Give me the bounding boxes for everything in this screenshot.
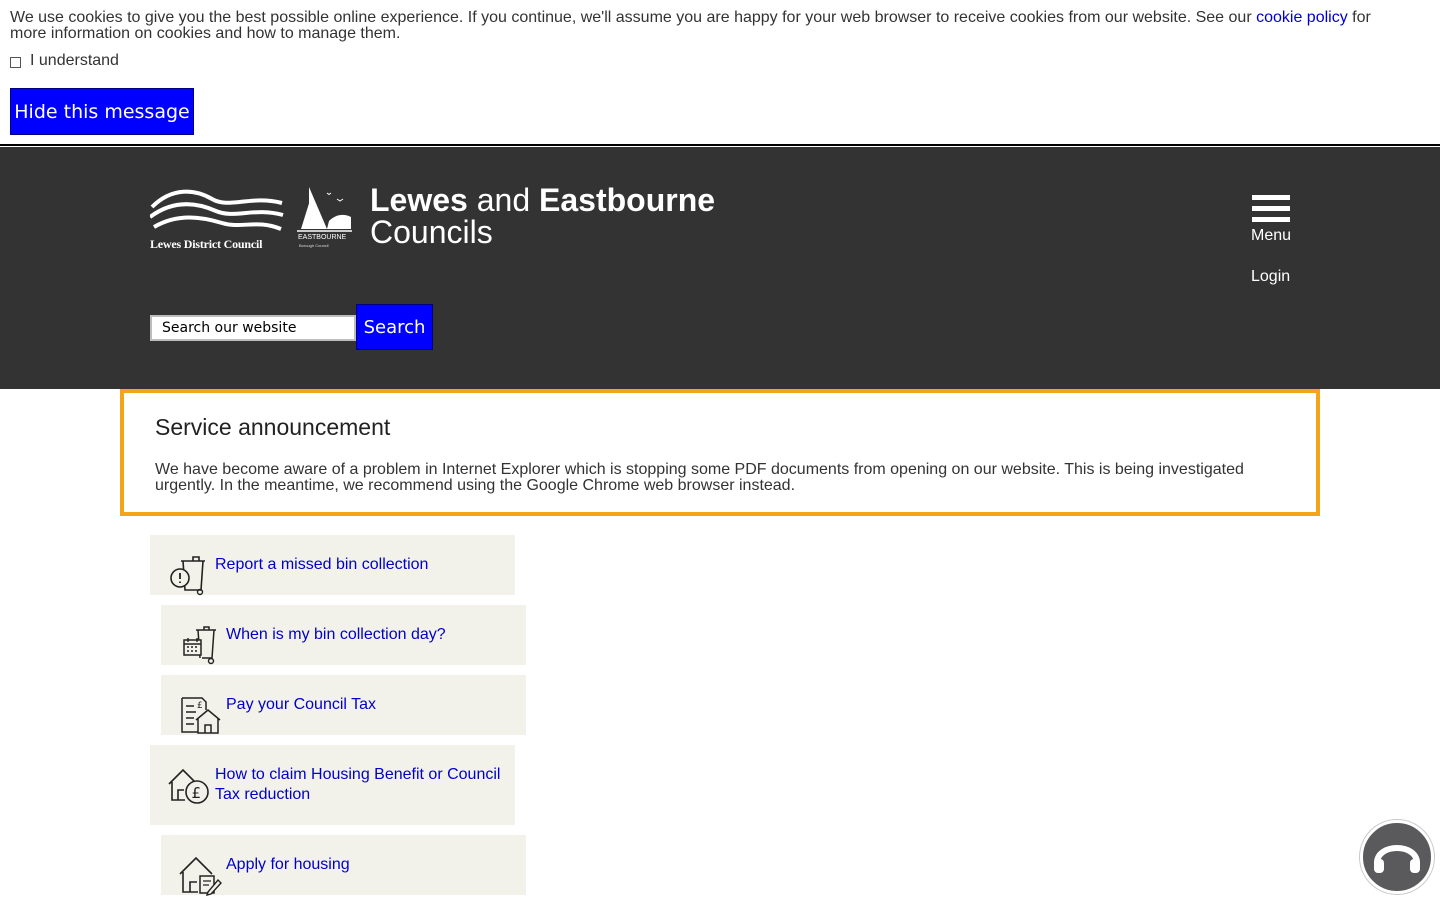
quick-link-label: How to claim Housing Benefit or Council … (215, 766, 501, 803)
quick-link-label: When is my bin collection day? (226, 626, 446, 643)
bin-calendar-icon (183, 626, 216, 665)
site-title-councils: Councils (370, 214, 493, 250)
house-pound-icon: £ (168, 768, 209, 804)
cookie-message: We use cookies to give you the best poss… (10, 10, 1410, 42)
announcement-title: Service announcement (155, 414, 391, 440)
lewes-waves-icon (148, 189, 284, 231)
login-link[interactable]: Login (1251, 268, 1290, 286)
eastbourne-logo-text: EASTBOURNE (298, 234, 347, 241)
menu-button[interactable]: Menu (1250, 195, 1292, 245)
hide-message-button[interactable]: Hide this message (10, 88, 194, 135)
bin-alert-icon (170, 556, 205, 596)
house-form-icon (179, 856, 222, 896)
council-tax-icon: £ (181, 697, 221, 734)
service-announcement: Service announcement We have become awar… (120, 389, 1320, 516)
announcement-text: We have become aware of a problem in Int… (155, 461, 1244, 494)
eastbourne-logo-subtext: Borough Council (299, 243, 329, 248)
quick-link-label: Report a missed bin collection (215, 556, 429, 573)
cookie-understand-row[interactable]: I understand (10, 52, 119, 70)
quick-link-missed-bin[interactable]: Report a missed bin collection (150, 535, 515, 596)
eastbourne-borough-council-logo[interactable]: EASTBOURNE Borough Council (297, 185, 352, 251)
site-title-and: and (476, 182, 531, 218)
quick-link-apply-housing[interactable]: Apply for housing (161, 835, 526, 896)
quick-link-label: Apply for housing (226, 856, 350, 873)
quick-link-label: Pay your Council Tax (226, 696, 376, 713)
site-title[interactable]: Lewes and Eastbourne Councils (370, 184, 715, 248)
headphones-icon (1374, 845, 1420, 873)
hamburger-icon (1250, 195, 1292, 222)
search-button[interactable]: Search (356, 304, 433, 350)
quick-link-bin-day[interactable]: When is my bin collection day? (161, 605, 526, 665)
eastbourne-sailboat-icon (297, 187, 352, 232)
svg-text:£: £ (192, 784, 202, 802)
svg-text:£: £ (197, 701, 203, 711)
search-input[interactable] (150, 315, 356, 341)
menu-label: Menu (1250, 227, 1292, 244)
cookie-understand-checkbox[interactable] (10, 57, 21, 68)
cookie-text-before: We use cookies to give you the best poss… (10, 9, 1252, 26)
quick-link-council-tax[interactable]: £ Pay your Council Tax (161, 675, 526, 735)
site-header: Lewes District Council EASTBOURNE Boroug… (0, 147, 1440, 389)
lewes-logo-text: Lewes District Council (150, 237, 263, 251)
lewes-district-council-logo[interactable]: Lewes District Council (148, 185, 285, 251)
site-title-eastbourne: Eastbourne (539, 182, 716, 218)
site-title-lewes: Lewes (370, 182, 468, 218)
cookie-understand-label: I understand (30, 52, 119, 69)
accessibility-listen-button[interactable] (1360, 820, 1434, 894)
cookie-policy-link[interactable]: cookie policy (1256, 9, 1348, 26)
cookie-banner: We use cookies to give you the best poss… (0, 0, 1440, 146)
quick-link-housing-benefit[interactable]: £ How to claim Housing Benefit or Counci… (150, 745, 515, 825)
